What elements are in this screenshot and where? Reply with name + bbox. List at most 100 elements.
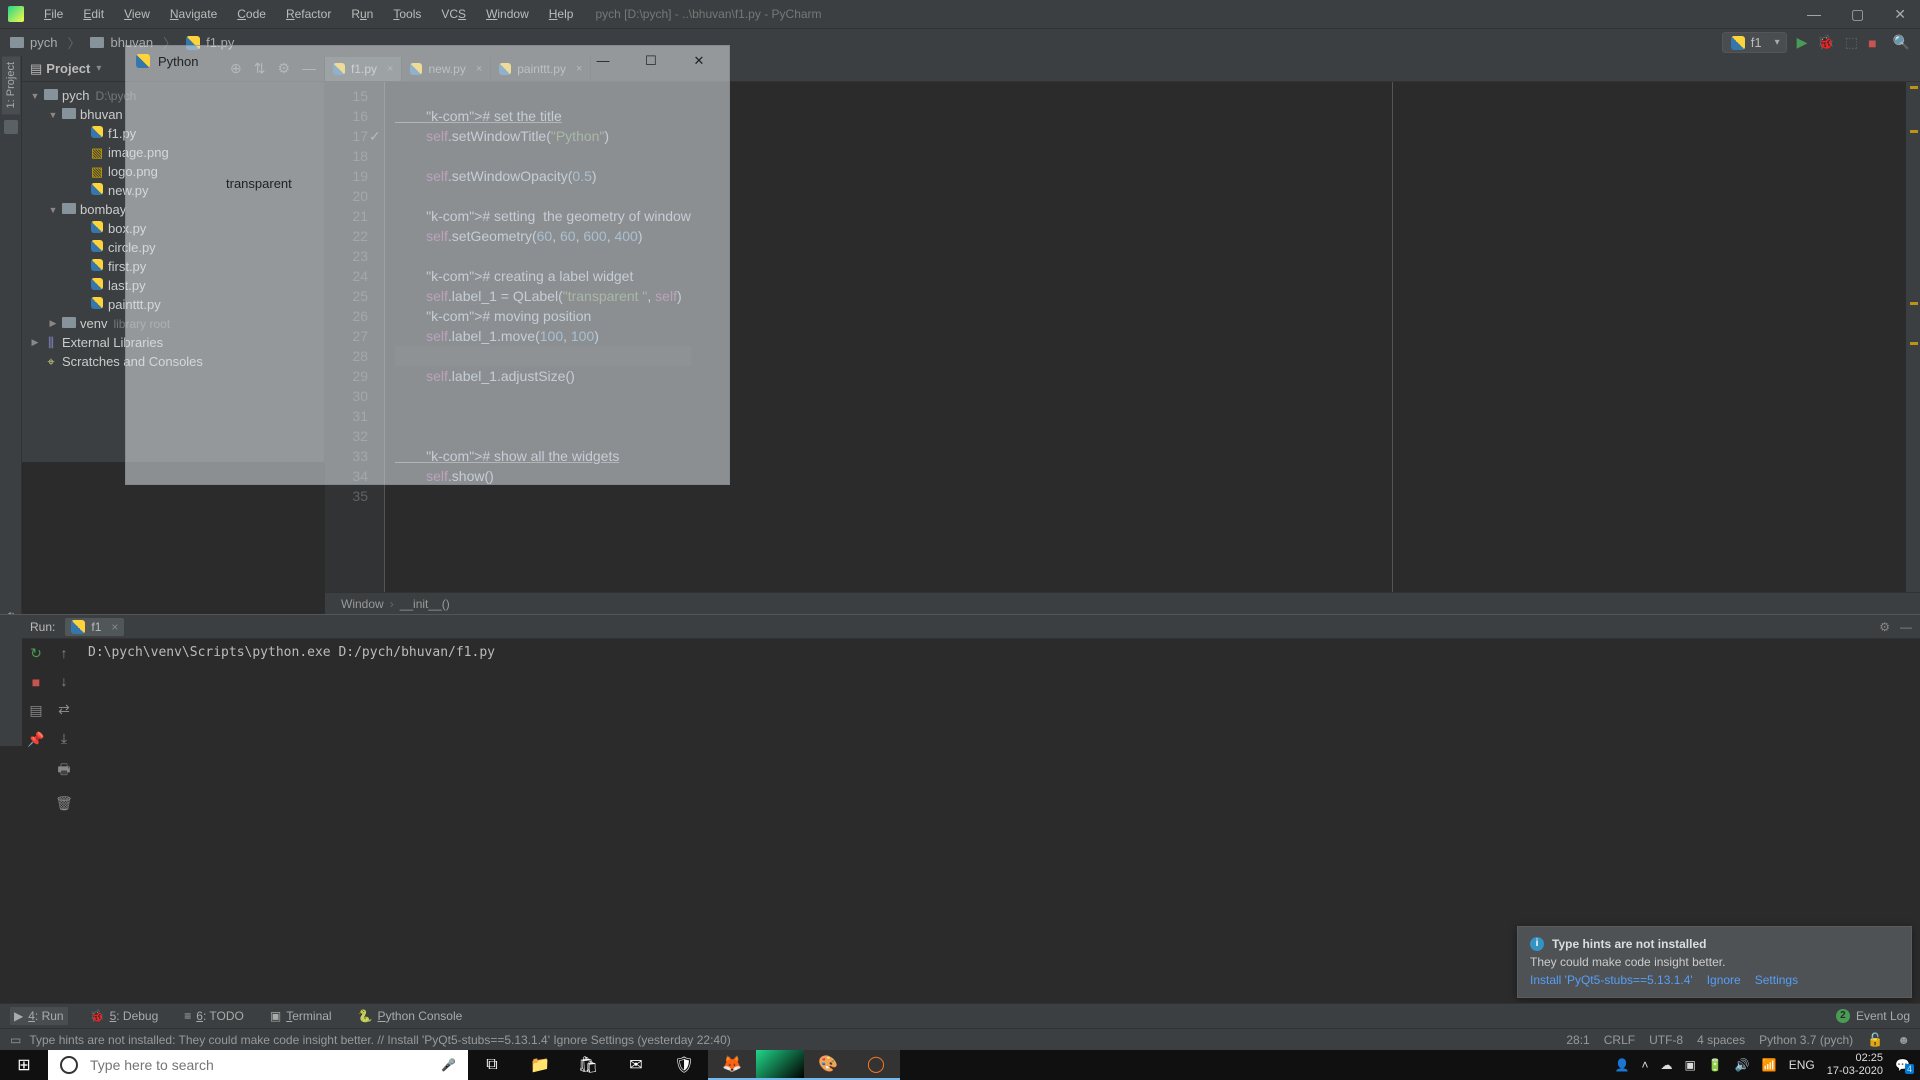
menu-navigate[interactable]: Navigate bbox=[162, 5, 225, 23]
menu-run[interactable]: Run bbox=[343, 5, 381, 23]
people-icon[interactable]: 👤 bbox=[1615, 1058, 1630, 1072]
notification-popup: i Type hints are not installed They coul… bbox=[1517, 926, 1912, 998]
menu-refactor[interactable]: Refactor bbox=[278, 5, 339, 23]
error-stripe[interactable] bbox=[1906, 82, 1920, 592]
caret-position[interactable]: 28:1 bbox=[1566, 1033, 1589, 1047]
menu-code[interactable]: Code bbox=[229, 5, 274, 23]
clock[interactable]: 02:25 17-03-2020 bbox=[1827, 1052, 1883, 1078]
stop-button[interactable]: ■ bbox=[1868, 35, 1876, 51]
python-icon bbox=[136, 54, 150, 68]
bottom-tab[interactable]: 🐞5: Debug bbox=[86, 1007, 163, 1025]
windows-taskbar: ⊞ 🎤 ⧉ 📁 🛍 ✉ 🛡 🦊 🎨 ◯ 👤 ˄ ☁ ▣ 🔋 🔊 📶 ENG 02… bbox=[0, 1050, 1920, 1080]
notification-title: Type hints are not installed bbox=[1552, 937, 1706, 951]
debug-button[interactable]: 🐞 bbox=[1817, 34, 1834, 51]
maximize-button[interactable]: ▢ bbox=[1845, 6, 1870, 23]
bottom-tab[interactable]: ≡6: TODO bbox=[180, 1007, 248, 1025]
run-tab-f1[interactable]: f1 × bbox=[65, 618, 124, 636]
event-log-tab[interactable]: Event Log bbox=[1856, 1009, 1910, 1023]
python-app-window[interactable]: Python — ☐ ✕ transparent bbox=[125, 45, 730, 485]
hide-icon[interactable]: — bbox=[1900, 620, 1912, 634]
explorer-button[interactable]: 📁 bbox=[516, 1050, 564, 1080]
status-icon[interactable]: ▭ bbox=[10, 1033, 21, 1047]
rerun-button[interactable]: ↻ bbox=[30, 645, 42, 662]
mail-button[interactable]: ✉ bbox=[612, 1050, 660, 1080]
settings-icon[interactable]: ⚙ bbox=[1879, 620, 1890, 634]
project-view-dropdown[interactable]: ▾ bbox=[96, 63, 101, 74]
start-button[interactable]: ⊞ bbox=[0, 1055, 48, 1075]
python-icon bbox=[71, 620, 85, 634]
nvidia-icon[interactable]: ▣ bbox=[1685, 1058, 1696, 1072]
mic-icon[interactable]: 🎤 bbox=[441, 1058, 456, 1072]
breadcrumb-root[interactable]: pych bbox=[30, 35, 57, 50]
interpreter[interactable]: Python 3.7 (pych) bbox=[1759, 1033, 1853, 1047]
minimize-button[interactable]: — bbox=[1801, 6, 1827, 23]
cortana-icon bbox=[60, 1056, 78, 1074]
pin-button[interactable]: 📌 bbox=[27, 731, 44, 748]
menu-window[interactable]: Window bbox=[478, 5, 537, 23]
bottom-tab[interactable]: 🐍Python Console bbox=[354, 1007, 467, 1025]
battery-icon[interactable]: 🔋 bbox=[1708, 1058, 1723, 1072]
line-separator[interactable]: CRLF bbox=[1604, 1033, 1635, 1047]
inspections-icon[interactable]: ☻ bbox=[1897, 1033, 1910, 1047]
project-tab[interactable]: 1: Project bbox=[2, 56, 20, 114]
indent[interactable]: 4 spaces bbox=[1697, 1033, 1745, 1047]
pycharm-icon bbox=[8, 6, 24, 22]
task-view-button[interactable]: ⧉ bbox=[468, 1050, 516, 1080]
layout-button[interactable]: ▤ bbox=[29, 702, 42, 719]
down-button[interactable]: ↓ bbox=[61, 673, 68, 689]
bottom-tab[interactable]: ▶4: Run bbox=[10, 1007, 68, 1025]
print-button[interactable]: 🖶 bbox=[57, 759, 70, 783]
readonly-icon[interactable]: 🔓 bbox=[1867, 1032, 1883, 1048]
language-indicator[interactable]: ENG bbox=[1789, 1058, 1815, 1072]
run-config-selector[interactable]: f1 bbox=[1722, 32, 1787, 53]
firefox-button[interactable]: 🦊 bbox=[708, 1050, 756, 1080]
pywin-maximize[interactable]: ☐ bbox=[631, 53, 671, 69]
menu-edit[interactable]: Edit bbox=[75, 5, 112, 23]
crumb-class[interactable]: Window bbox=[341, 597, 384, 611]
event-count-badge: 2 bbox=[1836, 1009, 1850, 1023]
window-title: pych [D:\pych] - ..\bhuvan\f1.py - PyCha… bbox=[595, 7, 821, 21]
volume-icon[interactable]: 🔊 bbox=[1735, 1058, 1750, 1072]
bookmarks-icon[interactable] bbox=[4, 120, 18, 134]
right-margin-line bbox=[1392, 82, 1393, 592]
wifi-icon[interactable]: 📶 bbox=[1762, 1058, 1777, 1072]
pycharm-button[interactable] bbox=[756, 1050, 804, 1080]
folder-icon bbox=[90, 37, 104, 48]
soft-wrap-button[interactable]: ⇄ bbox=[58, 701, 70, 718]
windows-search[interactable]: 🎤 bbox=[48, 1050, 468, 1080]
menu-view[interactable]: View bbox=[116, 5, 158, 23]
up-button[interactable]: ↑ bbox=[61, 645, 68, 661]
notification-link-install[interactable]: Install 'PyQt5-stubs==5.13.1.4' bbox=[1530, 973, 1693, 987]
project-icon: ▤ bbox=[30, 61, 42, 77]
close-button[interactable]: ✕ bbox=[1888, 6, 1912, 23]
menu-vcs[interactable]: VCS bbox=[433, 5, 474, 23]
ide-title-bar: File Edit View Navigate Code Refactor Ru… bbox=[0, 0, 1920, 28]
predator-button[interactable]: 🛡 bbox=[660, 1050, 708, 1080]
tray-expand-icon[interactable]: ˄ bbox=[1642, 1058, 1649, 1072]
search-input[interactable] bbox=[90, 1057, 429, 1073]
jupyter-button[interactable]: ◯ bbox=[852, 1050, 900, 1080]
stop-button[interactable]: ■ bbox=[32, 674, 40, 690]
scroll-end-button[interactable]: ⤓ bbox=[61, 730, 67, 747]
pywin-close[interactable]: ✕ bbox=[679, 53, 719, 69]
crumb-method[interactable]: __init__() bbox=[400, 597, 450, 611]
pywin-minimize[interactable]: — bbox=[583, 53, 623, 69]
clear-button[interactable]: 🗑 bbox=[55, 795, 73, 812]
action-center-button[interactable]: 💬4 bbox=[1895, 1058, 1910, 1072]
main-menu: File Edit View Navigate Code Refactor Ru… bbox=[36, 5, 581, 23]
notification-link-settings[interactable]: Settings bbox=[1755, 973, 1798, 987]
coverage-button[interactable]: ⬚ bbox=[1845, 34, 1858, 51]
store-button[interactable]: 🛍 bbox=[564, 1050, 612, 1080]
onedrive-icon[interactable]: ☁ bbox=[1661, 1058, 1673, 1072]
menu-tools[interactable]: Tools bbox=[385, 5, 429, 23]
status-message[interactable]: Type hints are not installed: They could… bbox=[29, 1033, 730, 1047]
search-everywhere-button[interactable]: 🔍 bbox=[1893, 34, 1910, 51]
notification-link-ignore[interactable]: Ignore bbox=[1707, 973, 1741, 987]
run-label: Run: bbox=[30, 620, 55, 634]
encoding[interactable]: UTF-8 bbox=[1649, 1033, 1683, 1047]
run-button[interactable]: ▶ bbox=[1797, 34, 1808, 51]
menu-help[interactable]: Help bbox=[541, 5, 582, 23]
menu-file[interactable]: File bbox=[36, 5, 71, 23]
bottom-tab[interactable]: ▣Terminal bbox=[266, 1007, 336, 1025]
paint-button[interactable]: 🎨 bbox=[804, 1050, 852, 1080]
